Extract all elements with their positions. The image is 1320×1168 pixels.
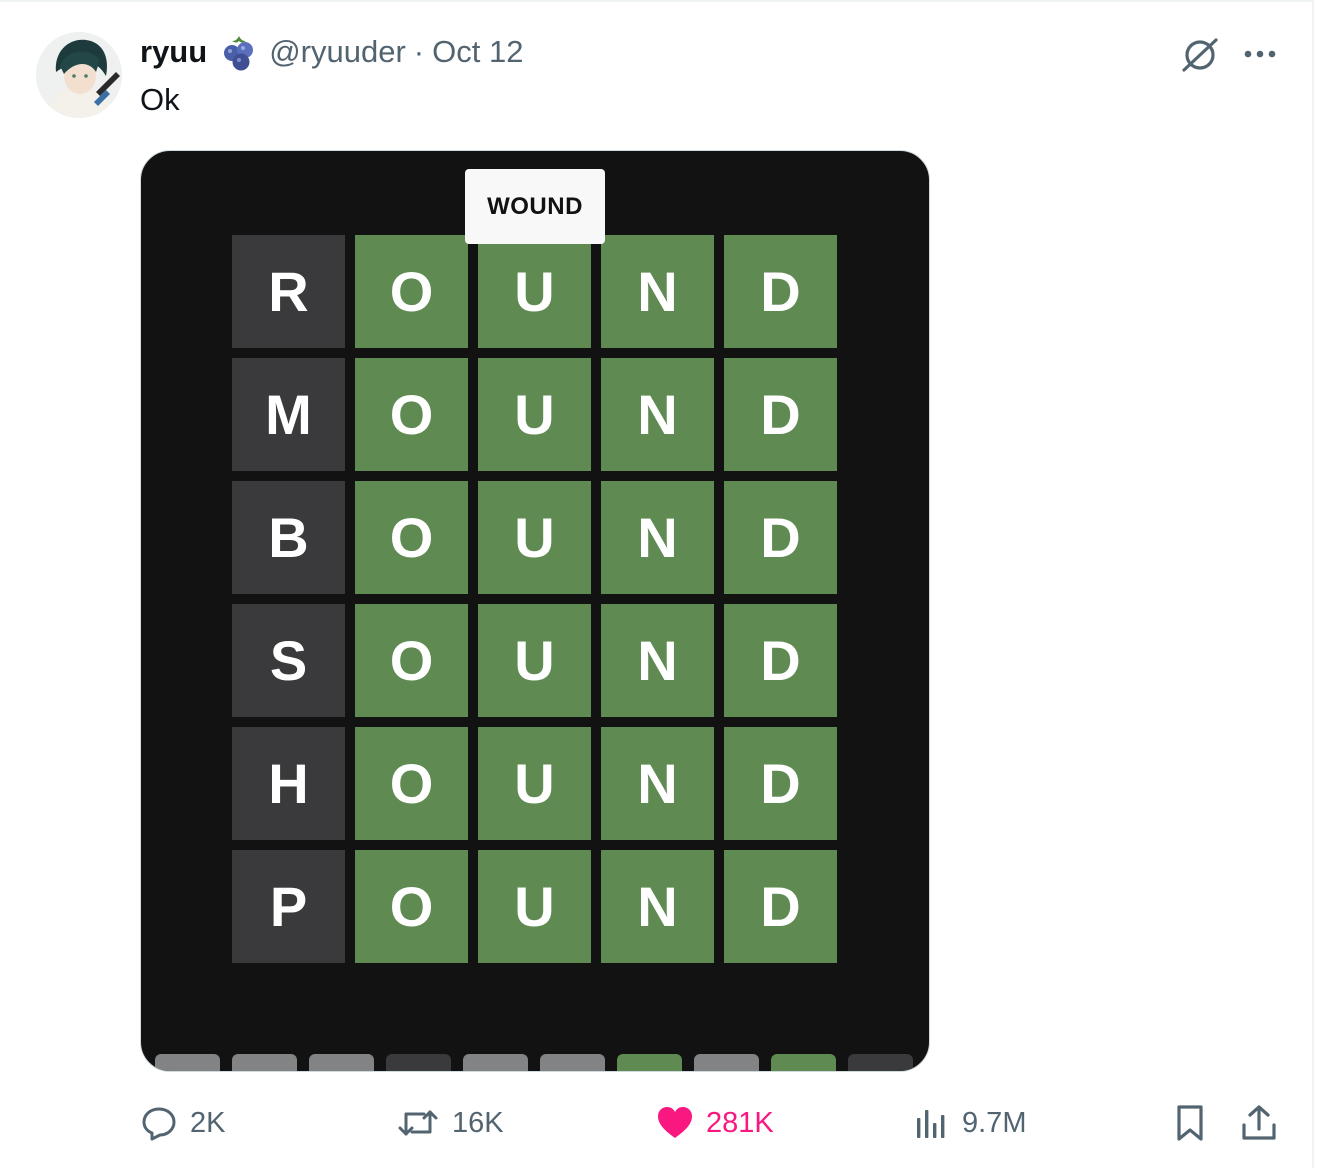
wordle-tile: O [355, 604, 468, 717]
wordle-tile: D [724, 850, 837, 963]
wordle-row: R O U N D [232, 235, 837, 348]
wordle-tile: U [478, 358, 591, 471]
tweet-text: Ok [140, 82, 180, 117]
wordle-row: B O U N D [232, 481, 837, 594]
wordle-row: S O U N D [232, 604, 837, 717]
wordle-tile: N [601, 727, 714, 840]
tweet-media-image[interactable]: R O U N D M O U N D B O U N D S O U N D [140, 150, 930, 1072]
view-count: 9.7M [962, 1106, 1027, 1139]
wordle-tile: U [478, 850, 591, 963]
wordle-tile: U [478, 727, 591, 840]
blueberry-icon [219, 32, 259, 72]
wordle-tile: O [355, 850, 468, 963]
wordle-tile: P [232, 850, 345, 963]
keyboard-key [232, 1054, 297, 1071]
keyboard-key [771, 1054, 836, 1071]
wordle-tile: U [478, 481, 591, 594]
wordle-row: P O U N D [232, 850, 837, 963]
reply-icon [140, 1104, 178, 1142]
wordle-tile: N [601, 850, 714, 963]
keyboard-key [309, 1054, 374, 1071]
wordle-row: M O U N D [232, 358, 837, 471]
tweet-date[interactable]: Oct 12 [432, 34, 523, 70]
more-icon[interactable] [1238, 32, 1282, 76]
keyboard-key [155, 1054, 220, 1071]
wordle-tile: S [232, 604, 345, 717]
wordle-tile: D [724, 235, 837, 348]
retweet-button[interactable]: 16K [396, 1098, 504, 1148]
author-display-name[interactable]: ryuu [140, 34, 207, 70]
analytics-icon [912, 1104, 950, 1142]
keyboard-key [848, 1054, 913, 1071]
header-separator: · [413, 34, 425, 69]
keyboard-row-partial [155, 1054, 913, 1071]
retweet-icon [396, 1104, 440, 1142]
grok-icon[interactable] [1178, 32, 1222, 76]
wordle-tile: H [232, 727, 345, 840]
like-count: 281K [706, 1106, 774, 1139]
wordle-tile: D [724, 604, 837, 717]
wordle-tile: O [355, 358, 468, 471]
wordle-tile: N [601, 358, 714, 471]
like-button[interactable]: 281K [656, 1098, 774, 1148]
wordle-tile: U [478, 604, 591, 717]
share-button[interactable] [1240, 1098, 1278, 1148]
wordle-tile: D [724, 481, 837, 594]
bookmark-icon [1172, 1103, 1208, 1143]
wordle-tile: N [601, 235, 714, 348]
wordle-tile: D [724, 358, 837, 471]
author-handle[interactable]: @ryuuder [269, 34, 406, 70]
reply-count: 2K [190, 1106, 226, 1139]
keyboard-key [540, 1054, 605, 1071]
wordle-tile: U [478, 235, 591, 348]
share-icon [1240, 1103, 1278, 1143]
wordle-tile: N [601, 604, 714, 717]
wordle-tile: O [355, 235, 468, 348]
heart-icon [656, 1105, 694, 1141]
bookmark-button[interactable] [1172, 1098, 1208, 1148]
top-divider [0, 0, 1312, 2]
wordle-tile: B [232, 481, 345, 594]
wordle-grid: R O U N D M O U N D B O U N D S O U N D [232, 235, 837, 973]
views-button[interactable]: 9.7M [912, 1098, 1026, 1148]
answer-toast: WOUND [465, 169, 605, 244]
wordle-tile: N [601, 481, 714, 594]
retweet-count: 16K [452, 1106, 504, 1139]
keyboard-key [386, 1054, 451, 1071]
avatar[interactable] [36, 32, 122, 118]
keyboard-key [694, 1054, 759, 1071]
wordle-row: H O U N D [232, 727, 837, 840]
tweet-header: ryuu @ryuuder · Oct 12 [140, 32, 523, 72]
keyboard-key [617, 1054, 682, 1071]
column-divider [1312, 0, 1314, 1168]
reply-button[interactable]: 2K [140, 1098, 225, 1148]
wordle-tile: M [232, 358, 345, 471]
keyboard-key [463, 1054, 528, 1071]
wordle-tile: O [355, 727, 468, 840]
tweet-action-bar: 2K 16K 281K 9.7M [0, 1098, 1320, 1148]
wordle-tile: D [724, 727, 837, 840]
wordle-tile: O [355, 481, 468, 594]
wordle-tile: R [232, 235, 345, 348]
